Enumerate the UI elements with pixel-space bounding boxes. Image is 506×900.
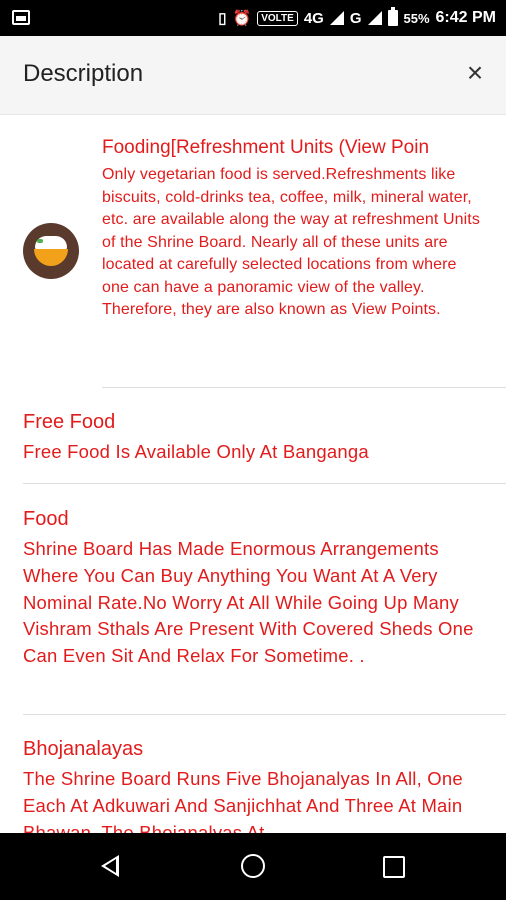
status-bar: ▯ ⏰ VOLTE 4G G 55% 6:42 PM [0,0,506,36]
item-description: Only vegetarian food is served.Refreshme… [102,166,480,318]
food-bowl-icon [23,223,79,279]
item-title: Food [23,508,69,530]
item-title: Fooding[Refreshment Units (View Poin [102,137,430,158]
leaf-shape [37,239,43,243]
back-icon[interactable] [101,855,119,877]
signal-icon [329,11,344,25]
alarm-icon: ⏰ [232,10,252,27]
bowl-shape [34,249,68,266]
item-description: Free Food Is Available Only At Banganga [23,441,369,462]
battery-icon [387,7,398,26]
volte-badge: VOLTE [257,10,298,26]
dialog-header: Description × [0,36,506,115]
network-4g-label: 4G [303,9,324,27]
divider [102,387,506,388]
divider [23,483,506,484]
recent-apps-icon[interactable] [383,856,405,878]
item-description: Shrine Board Has Made Enormous Arrangeme… [23,538,474,667]
item-title: Bhojanalayas [23,738,144,760]
close-button[interactable]: × [458,56,492,90]
vibrate-icon: ▯ [218,10,227,27]
signal-icon-2 [367,11,382,25]
home-icon[interactable] [241,854,265,878]
divider [23,714,506,715]
navigation-bar [0,833,506,900]
page-title: Description [23,60,144,87]
item-title: Free Food [23,411,116,433]
clock: 6:42 PM [435,9,496,26]
item-description: The Shrine Board Runs Five Bhojanalyas I… [23,768,463,833]
description-list[interactable]: Fooding[Refreshment Units (View Poin Onl… [0,115,506,833]
battery-level: 55% [403,10,430,26]
list-item: Fooding[Refreshment Units (View Poin Onl… [0,115,506,387]
image-notification-icon [12,10,30,25]
network-g-label: G [349,9,362,27]
status-icons: ▯ ⏰ VOLTE 4G G 55% 6:42 PM [218,0,496,36]
